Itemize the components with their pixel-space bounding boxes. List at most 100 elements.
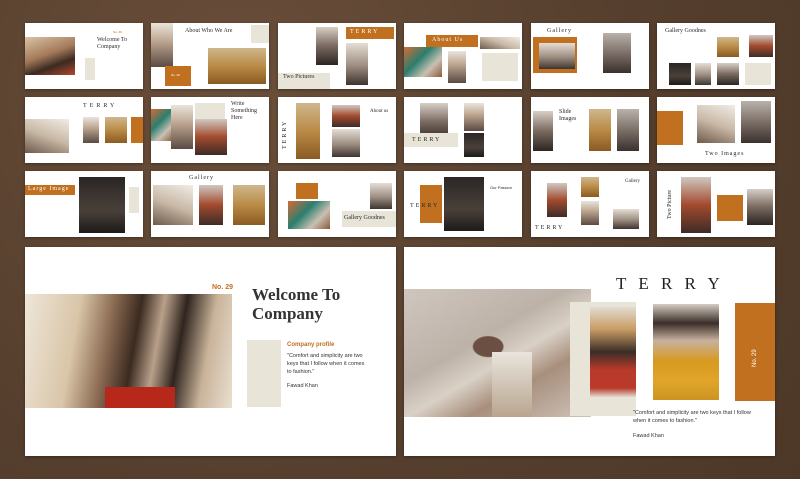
photo-coat <box>208 48 266 84</box>
thumb-two-images[interactable]: Two Images <box>657 97 775 163</box>
beige-block <box>85 58 95 80</box>
slide-title: T E R R Y <box>616 274 724 293</box>
slide-title: TERRY <box>412 137 442 143</box>
slide-number-vertical: No. 29 <box>752 349 758 367</box>
photo-model <box>539 43 575 69</box>
photo-model <box>464 103 484 131</box>
photo-model <box>316 27 338 65</box>
beige-block <box>745 63 771 85</box>
photo-model <box>79 177 125 233</box>
slide-title: TERRY <box>350 29 380 35</box>
thumb-two-pictures[interactable]: Two Pictures TERRY <box>278 23 396 89</box>
photo-model <box>105 117 127 143</box>
photo-model <box>747 189 773 225</box>
photo-model <box>444 177 484 231</box>
thumb-gallery-2[interactable]: Gallery <box>151 171 269 237</box>
thumb-large-image[interactable]: Large Image <box>25 171 143 237</box>
slide-title: TERRY <box>535 225 565 231</box>
beige-block <box>129 187 139 213</box>
slide-title: About us <box>370 109 389 114</box>
photo-model <box>233 185 265 225</box>
slide-title: Write Something Here <box>231 101 258 121</box>
photo-collage <box>151 109 173 141</box>
slide-title: About Who We Are <box>185 28 233 34</box>
photo-model <box>296 103 320 159</box>
photo-model <box>681 177 711 233</box>
orange-block <box>296 183 318 199</box>
photo-model <box>617 109 639 151</box>
beige-block <box>247 340 281 407</box>
slide-title: Large Image <box>28 186 70 192</box>
company-profile-label: Company profile <box>287 342 335 348</box>
slide-subtitle: Our Passion <box>490 185 513 190</box>
photo-model <box>464 133 484 157</box>
thumb-gallery-goodnes[interactable]: Gallery Goodnes <box>657 23 775 89</box>
photo-clothes-rack <box>153 185 193 225</box>
beige-block <box>482 53 518 81</box>
photo-model <box>741 101 771 143</box>
thumb-about-us[interactable]: About Us <box>404 23 522 89</box>
photo-model-yellow-sweater <box>653 304 719 400</box>
slide-title: Welcome To Company <box>97 37 128 50</box>
thumb-our-passion[interactable]: TERRY Our Passion <box>404 171 522 237</box>
thumb-two-picture[interactable]: Two Picture <box>657 171 775 237</box>
photo-model <box>749 35 773 57</box>
photo-model <box>697 105 735 143</box>
photo-model <box>195 119 227 155</box>
photo-model <box>151 23 173 67</box>
photo-model <box>370 183 392 209</box>
photo-model <box>581 177 599 197</box>
photo-model <box>448 51 466 83</box>
photo-model <box>83 117 99 143</box>
red-pants <box>105 387 175 408</box>
thumb-terry-1[interactable]: TERRY <box>25 97 143 163</box>
photo-model <box>581 201 599 225</box>
slide-number: No. 29 <box>212 284 234 291</box>
photo-model <box>346 43 368 85</box>
slide-title: TERRY <box>410 203 440 209</box>
preview-welcome-slide[interactable]: No. 29 Welcome To Company Company profil… <box>25 247 396 456</box>
photo-model <box>171 105 193 149</box>
thumb-gallery-goodnes-2[interactable]: Gallery Goodnes <box>278 171 396 237</box>
photo-model <box>199 185 223 225</box>
thumb-slide-images[interactable]: Slide Images <box>531 97 649 163</box>
photo-model <box>613 209 639 229</box>
slide-title: Gallery Goodnes <box>665 28 706 34</box>
thumb-welcome-to-company[interactable]: Welcome To Company No. 29 <box>25 23 143 89</box>
slide-subtitle: Gallery <box>625 179 640 184</box>
quote-text: "Comfort and simplicity are two keys tha… <box>633 410 751 424</box>
orange-block <box>717 195 743 221</box>
slide-number: No. 29 <box>113 30 122 34</box>
slide-title: Gallery <box>189 175 214 181</box>
photo-model <box>332 105 360 127</box>
photo-model <box>25 119 69 153</box>
slide-title: Slide Images <box>559 109 577 122</box>
slide-title: TERRY <box>83 103 118 109</box>
thumb-about-who-we-are[interactable]: About Who We Are No. 29 <box>151 23 269 89</box>
preview-terry-slide[interactable]: T E R R Y No. 29 "Comfort and simplicity… <box>404 247 775 456</box>
orange-block <box>131 117 143 143</box>
photo-model <box>25 37 75 75</box>
quote-text: "Comfort and simplicity are two keys tha… <box>287 353 365 375</box>
beige-block <box>251 25 269 43</box>
slide-title: Two Picture <box>667 189 673 219</box>
photo-clothes-rack <box>480 37 520 49</box>
photo-collage <box>404 47 442 77</box>
thumb-terry-2[interactable]: TERRY <box>404 97 522 163</box>
photo-model <box>533 111 553 151</box>
vertical-title: TERRY <box>282 119 288 149</box>
photo-model <box>589 109 611 151</box>
orange-block <box>657 111 683 145</box>
photo-model <box>332 129 360 157</box>
thumb-about-us-vertical[interactable]: TERRY About us <box>278 97 396 163</box>
author-name: Fawad Khan <box>633 433 664 439</box>
slide-number: No. 29 <box>171 73 180 77</box>
thumb-terry-gallery[interactable]: Gallery TERRY <box>531 171 649 237</box>
photo-model <box>547 183 567 217</box>
photo-collage <box>288 201 330 229</box>
photo-model <box>669 63 691 85</box>
title-line-1: Welcome To <box>252 285 341 304</box>
thumb-write-something[interactable]: Write Something Here <box>151 97 269 163</box>
title-line-2: Company <box>252 304 323 323</box>
thumb-gallery[interactable]: Gallery <box>531 23 649 89</box>
